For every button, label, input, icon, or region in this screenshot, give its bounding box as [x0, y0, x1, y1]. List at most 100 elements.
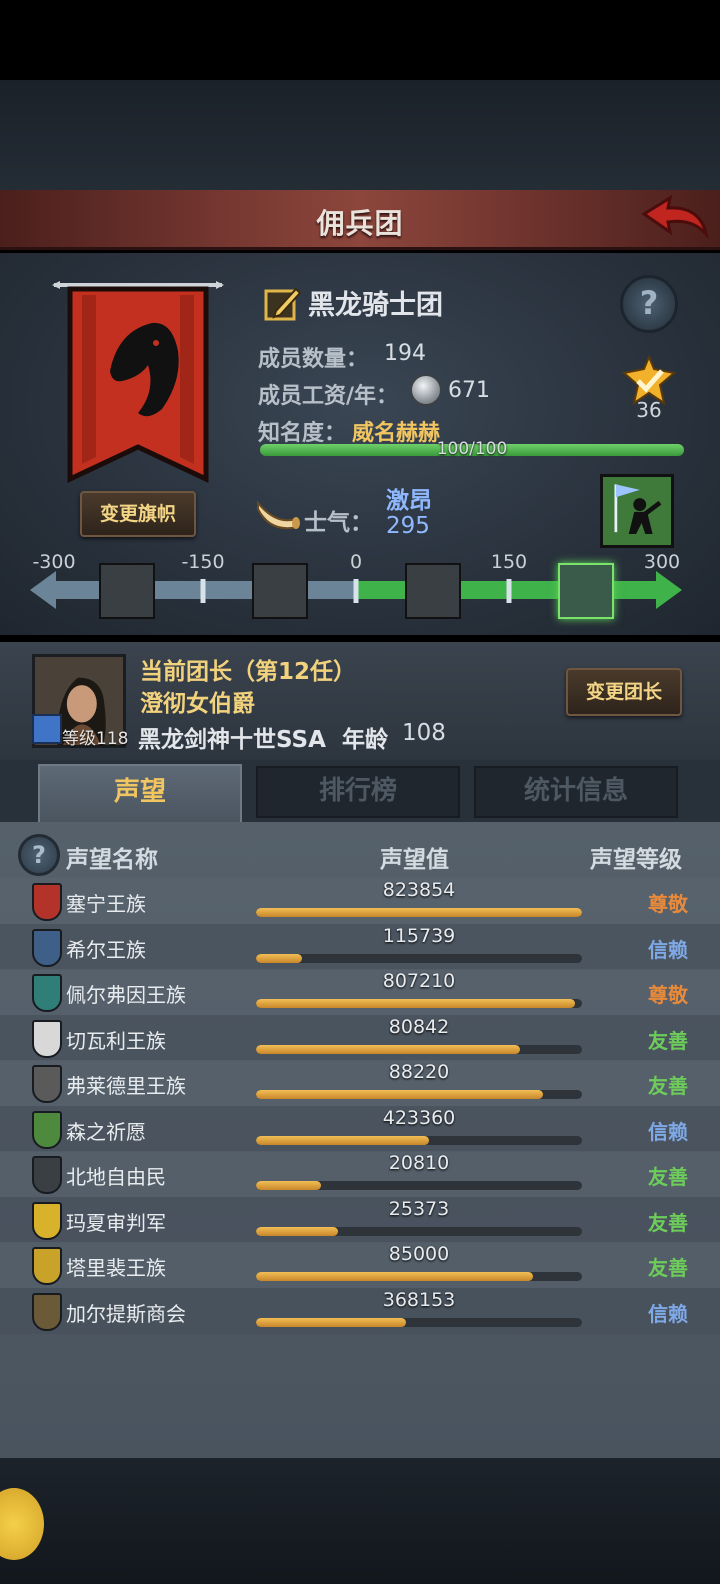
reputation-value: 823854	[382, 879, 456, 901]
reputation-progress-fill	[256, 1272, 534, 1281]
guild-name: 黑龙骑士团	[308, 290, 443, 321]
panic-icon[interactable]	[98, 563, 155, 619]
morale-state: 激昂	[386, 488, 432, 514]
leader-title: 当前团长（第12任）	[140, 659, 357, 685]
morale-tick-label: -150	[181, 551, 225, 573]
reputation-progress-fill	[256, 953, 302, 963]
reputation-help-button[interactable]: ?	[18, 834, 60, 876]
tab-bar: 声望 排行榜 统计信息	[0, 760, 720, 822]
header-bar: 佣兵团	[0, 190, 720, 250]
fear-icon[interactable]	[251, 563, 308, 619]
faction-name: 玛夏审判军	[66, 1210, 166, 1235]
wage-value: 671	[448, 378, 490, 403]
bottom-bar	[0, 1458, 720, 1584]
leader-panel: 等级118 当前团长（第12任） 澄彻女伯爵 黑龙剑神十世SSA 年龄 108 …	[0, 642, 720, 760]
reputation-progress-bar	[256, 999, 582, 1008]
reputation-progress-fill	[256, 999, 576, 1008]
reputation-row[interactable]: 北地自由民 20810 友善	[0, 1151, 720, 1197]
faction-crest-icon	[32, 1110, 62, 1149]
tab-ranking[interactable]: 排行榜	[256, 766, 460, 818]
reputation-value: 88220	[388, 1061, 450, 1083]
leader-level: 等级118	[62, 729, 129, 749]
reputation-value: 115739	[382, 924, 456, 947]
reputation-progress-bar	[256, 908, 582, 917]
reputation-row[interactable]: 佩尔弗因王族 807210 尊敬	[0, 969, 720, 1015]
back-arrow-icon[interactable]	[640, 194, 710, 246]
wage-label: 成员工资/年：	[258, 384, 399, 409]
reputation-progress-fill	[256, 1317, 406, 1327]
reputation-progress-fill	[256, 1226, 338, 1236]
reputation-row[interactable]: 切瓦利王族 80842 友善	[0, 1014, 720, 1061]
reputation-row[interactable]: 希尔王族 115739 信赖	[0, 923, 720, 970]
morale-right-arrow	[656, 571, 682, 609]
rank-value: 36	[636, 398, 662, 422]
faction-crest-icon	[32, 928, 62, 967]
faction-name: 希尔王族	[66, 937, 146, 962]
faction-name: 切瓦利王族	[66, 1028, 166, 1053]
change-leader-button[interactable]: 变更团长	[566, 668, 682, 716]
tab-reputation[interactable]: 声望	[38, 764, 242, 822]
reputation-level: 信赖	[648, 1301, 688, 1326]
reputation-progress-fill	[256, 1135, 429, 1145]
faction-name: 北地自由民	[66, 1165, 166, 1189]
reputation-level: 友善	[648, 1165, 688, 1189]
reputation-row[interactable]: 弗莱德里王族 88220 友善	[0, 1060, 720, 1106]
morale-tick-label: 0	[349, 551, 363, 573]
faction-name: 加尔提斯商会	[66, 1301, 186, 1326]
morale-tick-label: 150	[490, 551, 528, 573]
reputation-row[interactable]: 塔里裴王族 85000 友善	[0, 1242, 720, 1288]
morale-tick-label: 300	[643, 551, 681, 573]
sword-class-icon	[32, 714, 62, 744]
faction-crest-icon	[32, 1292, 62, 1331]
reputation-level: 友善	[648, 1074, 688, 1098]
faction-name: 弗莱德里王族	[66, 1074, 186, 1098]
morale-left-arrow	[30, 571, 56, 609]
charge-icon[interactable]	[557, 563, 614, 619]
reputation-panel: ? 声望名称 声望值 声望等级 塞宁王族 823854 尊敬 希尔王族 115739 信赖…	[0, 822, 720, 1458]
morale-tick-label: -300	[32, 551, 76, 573]
morale-charge-icon[interactable]	[600, 474, 674, 548]
reputation-row[interactable]: 森之祈愿 423360 信赖	[0, 1105, 720, 1152]
reputation-row[interactable]: 加尔提斯商会 368153 信赖	[0, 1287, 720, 1334]
reputation-value: 85000	[388, 1243, 450, 1265]
morale-label: 士气：	[304, 510, 373, 536]
fame-progress-text: 100/100	[436, 439, 508, 459]
reputation-progress-bar	[256, 1090, 582, 1099]
reputation-row[interactable]: 塞宁王族 823854 尊敬	[0, 878, 720, 924]
silver-coin-icon	[410, 374, 442, 406]
help-button[interactable]: ?	[620, 275, 678, 333]
status-bar-area	[0, 0, 720, 80]
faction-crest-icon	[32, 1247, 62, 1285]
tab-statistics[interactable]: 统计信息	[474, 766, 678, 818]
faction-crest-icon	[32, 1019, 62, 1058]
leader-age-value: 108	[402, 720, 446, 746]
reputation-progress-bar	[256, 1226, 582, 1236]
reputation-level: 友善	[648, 1256, 688, 1280]
faction-name: 森之祈愿	[66, 1119, 146, 1144]
reputation-level: 信赖	[648, 1119, 688, 1144]
top-backdrop	[0, 80, 720, 190]
leader-class: 黑龙剑神十世SSA	[138, 727, 326, 753]
reputation-level: 尊敬	[648, 892, 688, 916]
reputation-progress-fill	[256, 1181, 322, 1190]
page-title: 佣兵团	[316, 207, 404, 240]
horn-icon	[257, 500, 300, 530]
reputation-progress-bar	[256, 1272, 582, 1281]
faction-crest-icon	[32, 1201, 62, 1240]
reputation-value: 368153	[382, 1288, 456, 1311]
reputation-progress-fill	[256, 908, 582, 917]
leader-name: 澄彻女伯爵	[140, 691, 255, 717]
change-banner-button[interactable]: 变更旗帜	[80, 491, 196, 537]
faction-name: 塞宁王族	[66, 892, 146, 916]
edit-name-icon[interactable]	[264, 283, 302, 321]
column-header-name: 声望名称	[66, 847, 158, 873]
calm-icon[interactable]	[404, 563, 461, 619]
reputation-row[interactable]: 玛夏审判军 25373 友善	[0, 1196, 720, 1243]
faction-crest-icon	[32, 974, 62, 1012]
morale-track: -300 -150 0 150 300	[30, 551, 690, 621]
members-label: 成员数量：	[258, 347, 369, 372]
reputation-level: 友善	[648, 1210, 688, 1235]
guild-banner	[52, 281, 224, 483]
reputation-level: 友善	[648, 1028, 688, 1053]
members-value: 194	[384, 341, 426, 366]
